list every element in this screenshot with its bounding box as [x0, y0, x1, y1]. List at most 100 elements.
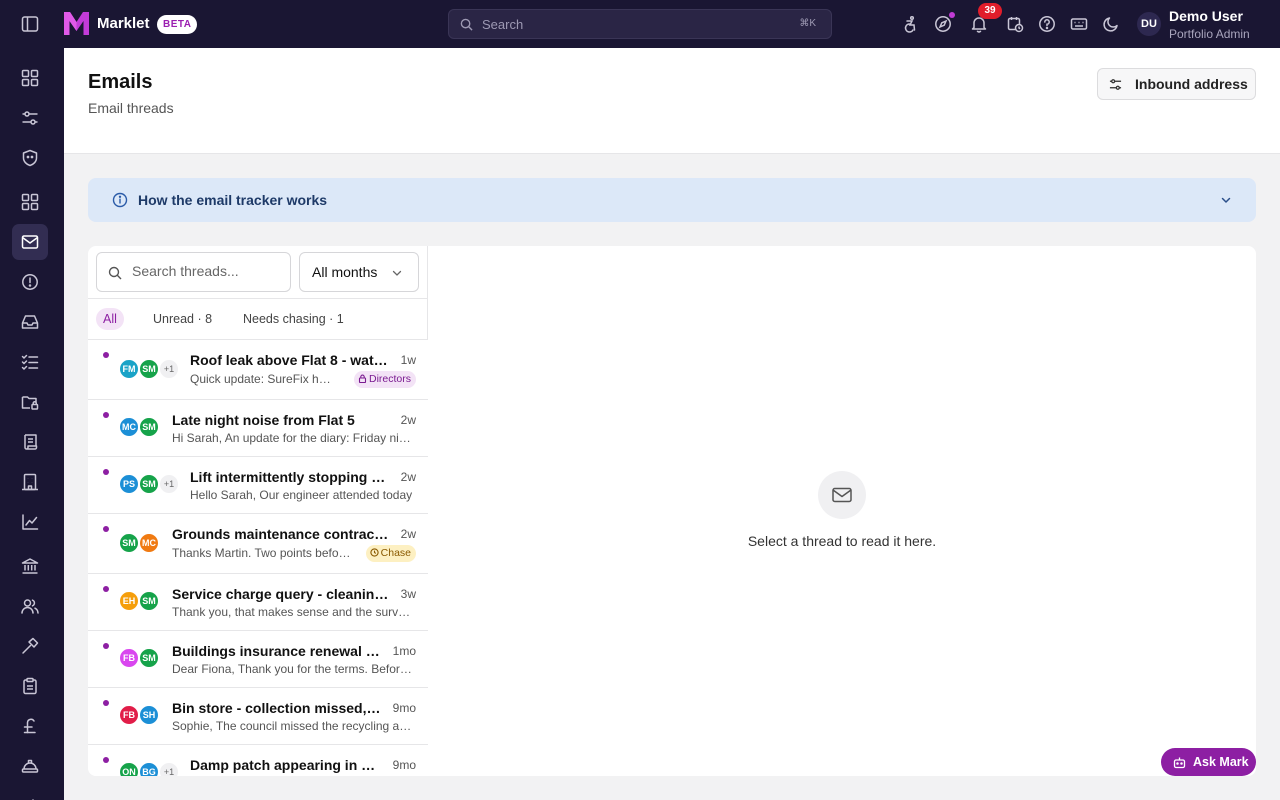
- month-filter-value: All months: [312, 264, 378, 280]
- thread-row[interactable]: SM MC Grounds maintenance contract renew…: [88, 514, 428, 574]
- month-filter-select[interactable]: All months: [299, 252, 419, 292]
- nav-buildings[interactable]: [12, 464, 48, 500]
- directors-tag: Directors: [353, 371, 416, 388]
- thread-subject: Damp patch appearing in stairwell: [190, 757, 376, 773]
- moon-icon[interactable]: [1102, 15, 1120, 33]
- nav-emails[interactable]: [12, 224, 48, 260]
- filter-tab-needs-chasing[interactable]: Needs chasing · 1: [236, 308, 351, 330]
- thread-row[interactable]: MC SM Late night noise from Flat 5 2w Hi…: [88, 400, 428, 457]
- email-panel: All months All Unread · 8 Needs chasing …: [88, 246, 1256, 776]
- sliders-icon: [22, 111, 38, 125]
- thread-search-field[interactable]: [96, 252, 291, 292]
- nav-tasks[interactable]: [12, 344, 48, 380]
- search-placeholder: Search: [482, 17, 524, 32]
- thread-subject: Service charge query - cleaning costs: [172, 586, 390, 602]
- search-icon: [108, 266, 122, 280]
- keyboard-icon[interactable]: [1070, 15, 1088, 33]
- nav-compliance[interactable]: [12, 140, 48, 176]
- reading-pane: Select a thread to read it here.: [428, 246, 1256, 776]
- ask-mark-button[interactable]: Ask Mark: [1161, 748, 1256, 776]
- compass-indicator-dot: [949, 12, 955, 18]
- thread-time: 2w: [400, 413, 416, 427]
- users-icon: [21, 599, 39, 614]
- nav-finance[interactable]: [12, 708, 48, 744]
- thread-time: 9mo: [392, 758, 416, 772]
- participant-avatar: FM: [118, 358, 140, 380]
- participant-avatar: SM: [138, 647, 160, 669]
- thread-subject: Buildings insurance renewal - terms: [172, 643, 384, 659]
- thread-list: FM SM +1 Roof leak above Flat 8 - water …: [88, 340, 428, 776]
- email-tracker-info-banner[interactable]: How the email tracker works: [88, 178, 1256, 222]
- thread-row[interactable]: ON BG +1 Damp patch appearing in stairwe…: [88, 745, 428, 776]
- filter-tab-unread[interactable]: Unread · 8: [146, 308, 219, 330]
- more-participants-count: +1: [158, 358, 180, 380]
- nav-inspections[interactable]: [12, 668, 48, 704]
- directors-tag-label: Directors: [368, 373, 411, 385]
- grid-icon: [21, 193, 39, 211]
- participant-avatar: MC: [138, 532, 160, 554]
- unread-indicator: [103, 412, 109, 418]
- calendar-clock-icon[interactable]: [1006, 15, 1024, 33]
- bank-icon: [21, 558, 39, 574]
- nav-dashboard[interactable]: [12, 60, 48, 96]
- participant-avatar: SM: [138, 416, 160, 438]
- nav-banking[interactable]: [12, 548, 48, 584]
- unread-indicator: [103, 700, 109, 706]
- inbound-address-button[interactable]: Inbound address: [1097, 68, 1256, 100]
- nav-contractors[interactable]: [12, 628, 48, 664]
- thread-row[interactable]: FB SM Buildings insurance renewal - term…: [88, 631, 428, 688]
- nav-settings[interactable]: [12, 100, 48, 136]
- nav-people[interactable]: [12, 588, 48, 624]
- participant-avatar: ON: [118, 761, 140, 776]
- user-name[interactable]: Demo User: [1169, 8, 1243, 24]
- info-banner-text: How the email tracker works: [138, 192, 328, 208]
- thread-row[interactable]: EH SM Service charge query - cleaning co…: [88, 574, 428, 631]
- thread-row[interactable]: PS SM +1 Lift intermittently stopping be…: [88, 457, 428, 514]
- filter-tab-all[interactable]: All: [96, 308, 124, 330]
- participant-avatar: FB: [118, 647, 140, 669]
- more-participants-count: +1: [158, 473, 180, 495]
- top-bar: Marklet BETA Search ⌘K 39 DU Demo User P…: [0, 0, 1280, 48]
- thread-subject: Grounds maintenance contract renewal: [172, 526, 390, 542]
- global-search[interactable]: Search ⌘K: [448, 9, 832, 39]
- thread-preview: Hi Sarah, An update for the diary: Frida…: [172, 431, 416, 445]
- thread-subject: Lift intermittently stopping between flo…: [190, 469, 390, 485]
- inbox-icon: [21, 315, 39, 329]
- nav-inbox[interactable]: [12, 304, 48, 340]
- page-header: Emails Email threads Inbound address: [64, 48, 1280, 154]
- nav-tools[interactable]: [12, 788, 48, 800]
- settings-sliders-icon: [1109, 79, 1122, 90]
- thread-search-input[interactable]: [132, 263, 282, 279]
- participant-avatar: FB: [118, 704, 140, 726]
- nav-leases[interactable]: [12, 424, 48, 460]
- folder-lock-icon: [21, 396, 39, 410]
- accessibility-icon[interactable]: [902, 15, 920, 33]
- chevron-down-icon[interactable]: [1220, 194, 1232, 206]
- participant-avatar: SM: [138, 590, 160, 612]
- participant-avatar: EH: [118, 590, 140, 612]
- user-avatar[interactable]: DU: [1137, 12, 1161, 36]
- nav-reports[interactable]: [12, 504, 48, 540]
- clock-icon: [369, 548, 379, 557]
- nav-safety[interactable]: [12, 748, 48, 784]
- compass-icon[interactable]: [934, 15, 952, 33]
- nav-apps[interactable]: [12, 184, 48, 220]
- thread-row[interactable]: FM SM +1 Roof leak above Flat 8 - water …: [88, 340, 428, 400]
- user-role: Portfolio Admin: [1169, 27, 1250, 41]
- chase-tag-label: Chase: [380, 547, 411, 559]
- sidebar-toggle-icon[interactable]: [20, 14, 40, 34]
- participant-avatar: SH: [138, 704, 160, 726]
- nav-documents[interactable]: [12, 384, 48, 420]
- thread-time: 1w: [400, 353, 416, 367]
- help-icon[interactable]: [1038, 15, 1056, 33]
- unread-indicator: [103, 643, 109, 649]
- chevron-down-icon: [392, 270, 402, 276]
- thread-time: 2w: [400, 470, 416, 484]
- marklet-logo[interactable]: [63, 11, 90, 36]
- thread-row[interactable]: FB SH Bin store - collection missed, ove…: [88, 688, 428, 745]
- mail-icon: [21, 235, 39, 249]
- sidebar-nav: [0, 48, 64, 800]
- nav-issues[interactable]: [12, 264, 48, 300]
- alert-circle-icon: [22, 274, 38, 290]
- shield-icon: [22, 149, 38, 167]
